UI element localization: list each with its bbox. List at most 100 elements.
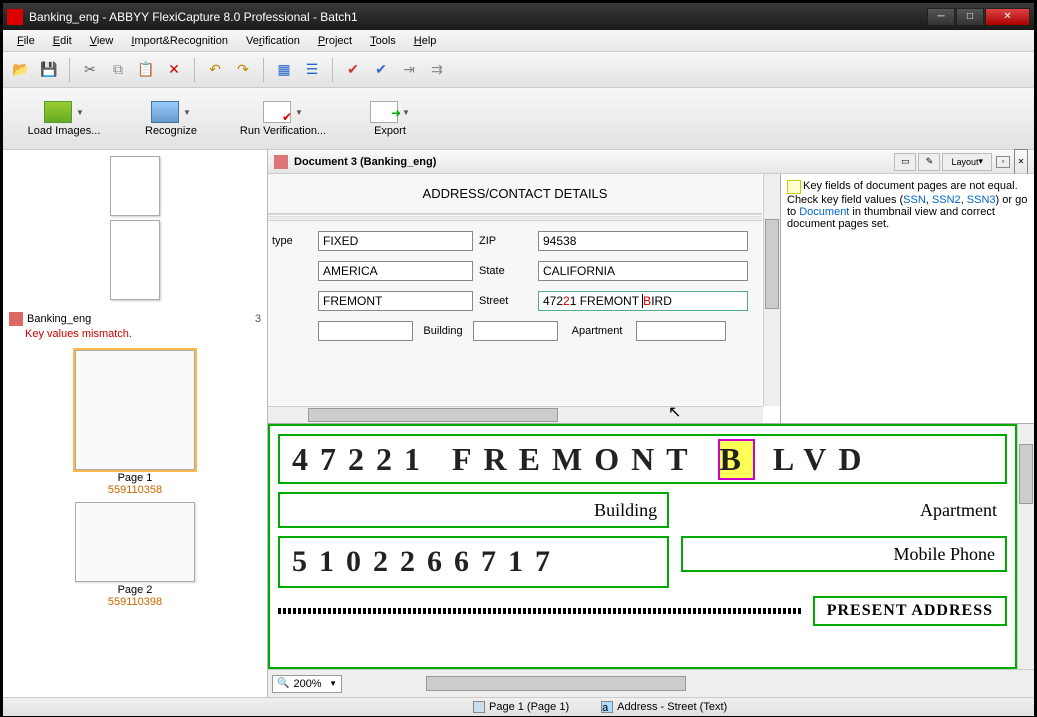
messages-panel: Key fields of document pages are not equ… <box>780 174 1034 423</box>
close-button[interactable]: ✕ <box>985 8 1030 26</box>
thumb-page-1-label: Page 1 <box>7 472 263 484</box>
menu-edit[interactable]: Edit <box>45 32 80 50</box>
toolbar-small: 📂 💾 ✂ ⧉ 📋 ✕ ↶ ↷ ▦ ☰ ✔ ✔ ⇥ ⇉ <box>3 52 1034 88</box>
recognize-label: Recognize <box>145 125 197 137</box>
menu-project[interactable]: Project <box>310 32 360 50</box>
label-state: State <box>473 265 538 277</box>
doc-error: Key values mismatch. <box>25 328 263 340</box>
paste-icon[interactable]: 📋 <box>134 58 158 82</box>
cut-icon[interactable]: ✂ <box>78 58 102 82</box>
image-phone-row: 5102266717 <box>278 536 669 588</box>
input-state[interactable] <box>538 261 748 281</box>
menu-import-recognition[interactable]: Import&Recognition <box>123 32 236 50</box>
status-page: Page 1 (Page 1) <box>463 701 579 713</box>
document-icon <box>9 312 23 326</box>
form-scrollbar-v[interactable] <box>763 174 780 406</box>
tool-region-button[interactable]: ▭ <box>894 153 916 171</box>
image-scrollbar-h[interactable] <box>346 675 1034 692</box>
thumb-page-2[interactable] <box>75 502 195 582</box>
doc-header[interactable]: Banking_eng 3 <box>7 310 263 328</box>
input-apartment[interactable] <box>636 321 726 341</box>
label-zip: ZIP <box>473 235 538 247</box>
run-verification-icon: ✔ <box>263 101 291 123</box>
menu-verification[interactable]: Verification <box>238 32 308 50</box>
page-icon <box>473 701 485 713</box>
load-images-button[interactable]: ▼ Load Images... <box>9 91 119 147</box>
image-divider-line <box>278 608 803 614</box>
link-ssn[interactable]: SSN <box>903 194 926 206</box>
input-type[interactable] <box>318 231 473 251</box>
thumb-small-1[interactable] <box>110 156 160 216</box>
document-title-icon <box>274 155 288 169</box>
view-list-icon[interactable]: ☰ <box>300 58 324 82</box>
image-highlight-char: B <box>720 441 753 478</box>
form-panel: ADDRESS/CONTACT DETAILS type ZIP State <box>268 174 780 423</box>
link-ssn3[interactable]: SSN3 <box>967 194 996 206</box>
link-document[interactable]: Document <box>799 206 849 218</box>
zoom-icon: 🔍 <box>277 678 289 689</box>
save-icon[interactable]: 💾 <box>37 58 61 82</box>
form-scrollbar-h[interactable] <box>268 406 763 423</box>
label-type: type <box>268 235 318 247</box>
image-viewer[interactable]: 47221 FREMONT B LVD Building Apartment 5… <box>268 424 1017 669</box>
copy-icon[interactable]: ⧉ <box>106 58 130 82</box>
input-building[interactable] <box>473 321 558 341</box>
menu-file[interactable]: File <box>9 32 43 50</box>
image-building-cell: Building <box>278 492 669 528</box>
recognize-icon <box>151 101 179 123</box>
minimize-button[interactable]: ─ <box>927 8 955 26</box>
export-button[interactable]: ➜▼ Export <box>345 91 435 147</box>
chevron-down-icon: ▼ <box>329 679 337 688</box>
input-city[interactable] <box>318 291 473 311</box>
open-icon[interactable]: 📂 <box>9 58 33 82</box>
run-verification-button[interactable]: ✔▼ Run Verification... <box>223 91 343 147</box>
app-icon <box>7 9 23 25</box>
input-building-left[interactable] <box>318 321 413 341</box>
thumb-page-1-sub: 559110358 <box>7 484 263 496</box>
check-blue-icon[interactable]: ✔ <box>369 58 393 82</box>
check-red-icon[interactable]: ✔ <box>341 58 365 82</box>
panel-minimize-button[interactable]: ▫ <box>996 156 1010 168</box>
view-thumb-icon[interactable]: ▦ <box>272 58 296 82</box>
field-icon: a <box>601 701 613 713</box>
image-street-row: 47221 FREMONT B LVD <box>278 434 1007 484</box>
document-titlebar: Document 3 (Banking_eng) ▭ ✎ Layout ▾ ▫ … <box>268 150 1034 174</box>
maximize-button[interactable]: □ <box>956 8 984 26</box>
thumb-small-2[interactable] <box>110 220 160 300</box>
delete-icon[interactable]: ✕ <box>162 58 186 82</box>
menu-tools[interactable]: Tools <box>362 32 404 50</box>
thumb-page-2-sub: 559110398 <box>7 596 263 608</box>
form-section-title: ADDRESS/CONTACT DETAILS <box>268 174 762 213</box>
panel-close-button[interactable]: ✕ <box>1014 149 1028 175</box>
undo-icon[interactable]: ↶ <box>203 58 227 82</box>
status-field: a Address - Street (Text) <box>591 701 737 713</box>
export-all-icon[interactable]: ⇉ <box>425 58 449 82</box>
thumb-page-2-label: Page 2 <box>7 584 263 596</box>
export-icon: ➜ <box>370 101 398 123</box>
input-country[interactable] <box>318 261 473 281</box>
export-doc-icon[interactable]: ⇥ <box>397 58 421 82</box>
menu-view[interactable]: View <box>82 32 122 50</box>
label-apartment: Apartment <box>558 325 636 337</box>
thumb-page-1[interactable] <box>75 350 195 470</box>
run-verification-label: Run Verification... <box>240 125 326 137</box>
layout-button[interactable]: Layout ▾ <box>942 153 992 171</box>
form-divider <box>268 213 762 221</box>
redo-icon[interactable]: ↷ <box>231 58 255 82</box>
input-street[interactable]: 47221 FREMONT BIRD <box>538 291 748 311</box>
link-ssn2[interactable]: SSN2 <box>932 194 961 206</box>
input-zip[interactable] <box>538 231 748 251</box>
menu-help[interactable]: Help <box>406 32 445 50</box>
label-building: Building <box>413 325 473 337</box>
recognize-button[interactable]: ▼ Recognize <box>121 91 221 147</box>
statusbar: Page 1 (Page 1) a Address - Street (Text… <box>3 697 1034 716</box>
image-scrollbar-v[interactable] <box>1017 424 1034 669</box>
tool-edit-button[interactable]: ✎ <box>918 153 940 171</box>
image-present-address: PRESENT ADDRESS <box>813 596 1007 626</box>
image-mobile-label: Mobile Phone <box>681 536 1007 572</box>
zoom-value: 200% <box>293 678 321 690</box>
export-label: Export <box>374 125 406 137</box>
zoom-selector[interactable]: 🔍 200% ▼ <box>272 675 342 693</box>
label-street: Street <box>473 295 538 307</box>
toolbar-big: ▼ Load Images... ▼ Recognize ✔▼ Run Veri… <box>3 88 1034 150</box>
